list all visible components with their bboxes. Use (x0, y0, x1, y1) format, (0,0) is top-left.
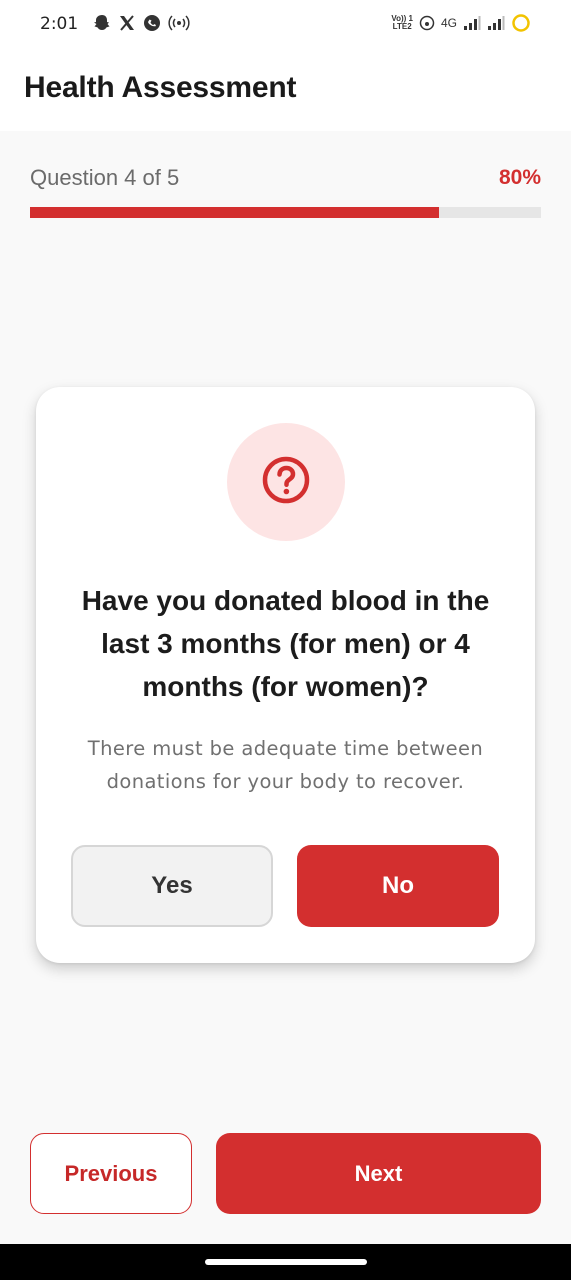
question-title: Have you donated blood in the last 3 mon… (81, 585, 490, 702)
signal-icon (487, 12, 505, 34)
hotspot-icon (168, 12, 190, 34)
notification-icons (92, 12, 190, 34)
progress-percent: 80% (498, 166, 541, 189)
x-icon (118, 12, 136, 34)
question-card: Have you donated blood in the last 3 mon… (36, 387, 535, 963)
status-bar: 2:01 Vo)) 1 LTE2 4G (0, 0, 571, 50)
help-circle-icon (260, 454, 312, 511)
status-time: 2:01 (40, 14, 79, 34)
wifi-calling-icon (419, 12, 435, 34)
signal-icon (463, 12, 481, 34)
snapchat-icon (92, 12, 112, 34)
lte-label: LTE2 (392, 22, 412, 31)
volte-indicator: Vo)) 1 LTE2 (391, 15, 413, 31)
chat-icon (142, 12, 162, 34)
no-button[interactable]: No (297, 845, 499, 927)
yes-button[interactable]: Yes (71, 845, 273, 927)
page-title: Health Assessment (24, 71, 297, 104)
progress-bar-fill (30, 207, 439, 218)
next-button[interactable]: Next (216, 1133, 541, 1214)
home-gesture-handle[interactable] (205, 1259, 367, 1265)
network-type: 4G (440, 16, 457, 30)
progress-label: Question 4 of 5 (30, 165, 180, 190)
app-bar: Health Assessment (0, 50, 571, 131)
battery-ring-icon (511, 12, 531, 34)
system-icons: Vo)) 1 LTE2 4G (391, 12, 531, 34)
progress-bar (30, 207, 541, 218)
system-navigation-bar (0, 1244, 571, 1280)
previous-button[interactable]: Previous (30, 1133, 192, 1214)
question-icon-badge (227, 423, 345, 541)
question-description: There must be adequate time between dona… (87, 737, 484, 793)
